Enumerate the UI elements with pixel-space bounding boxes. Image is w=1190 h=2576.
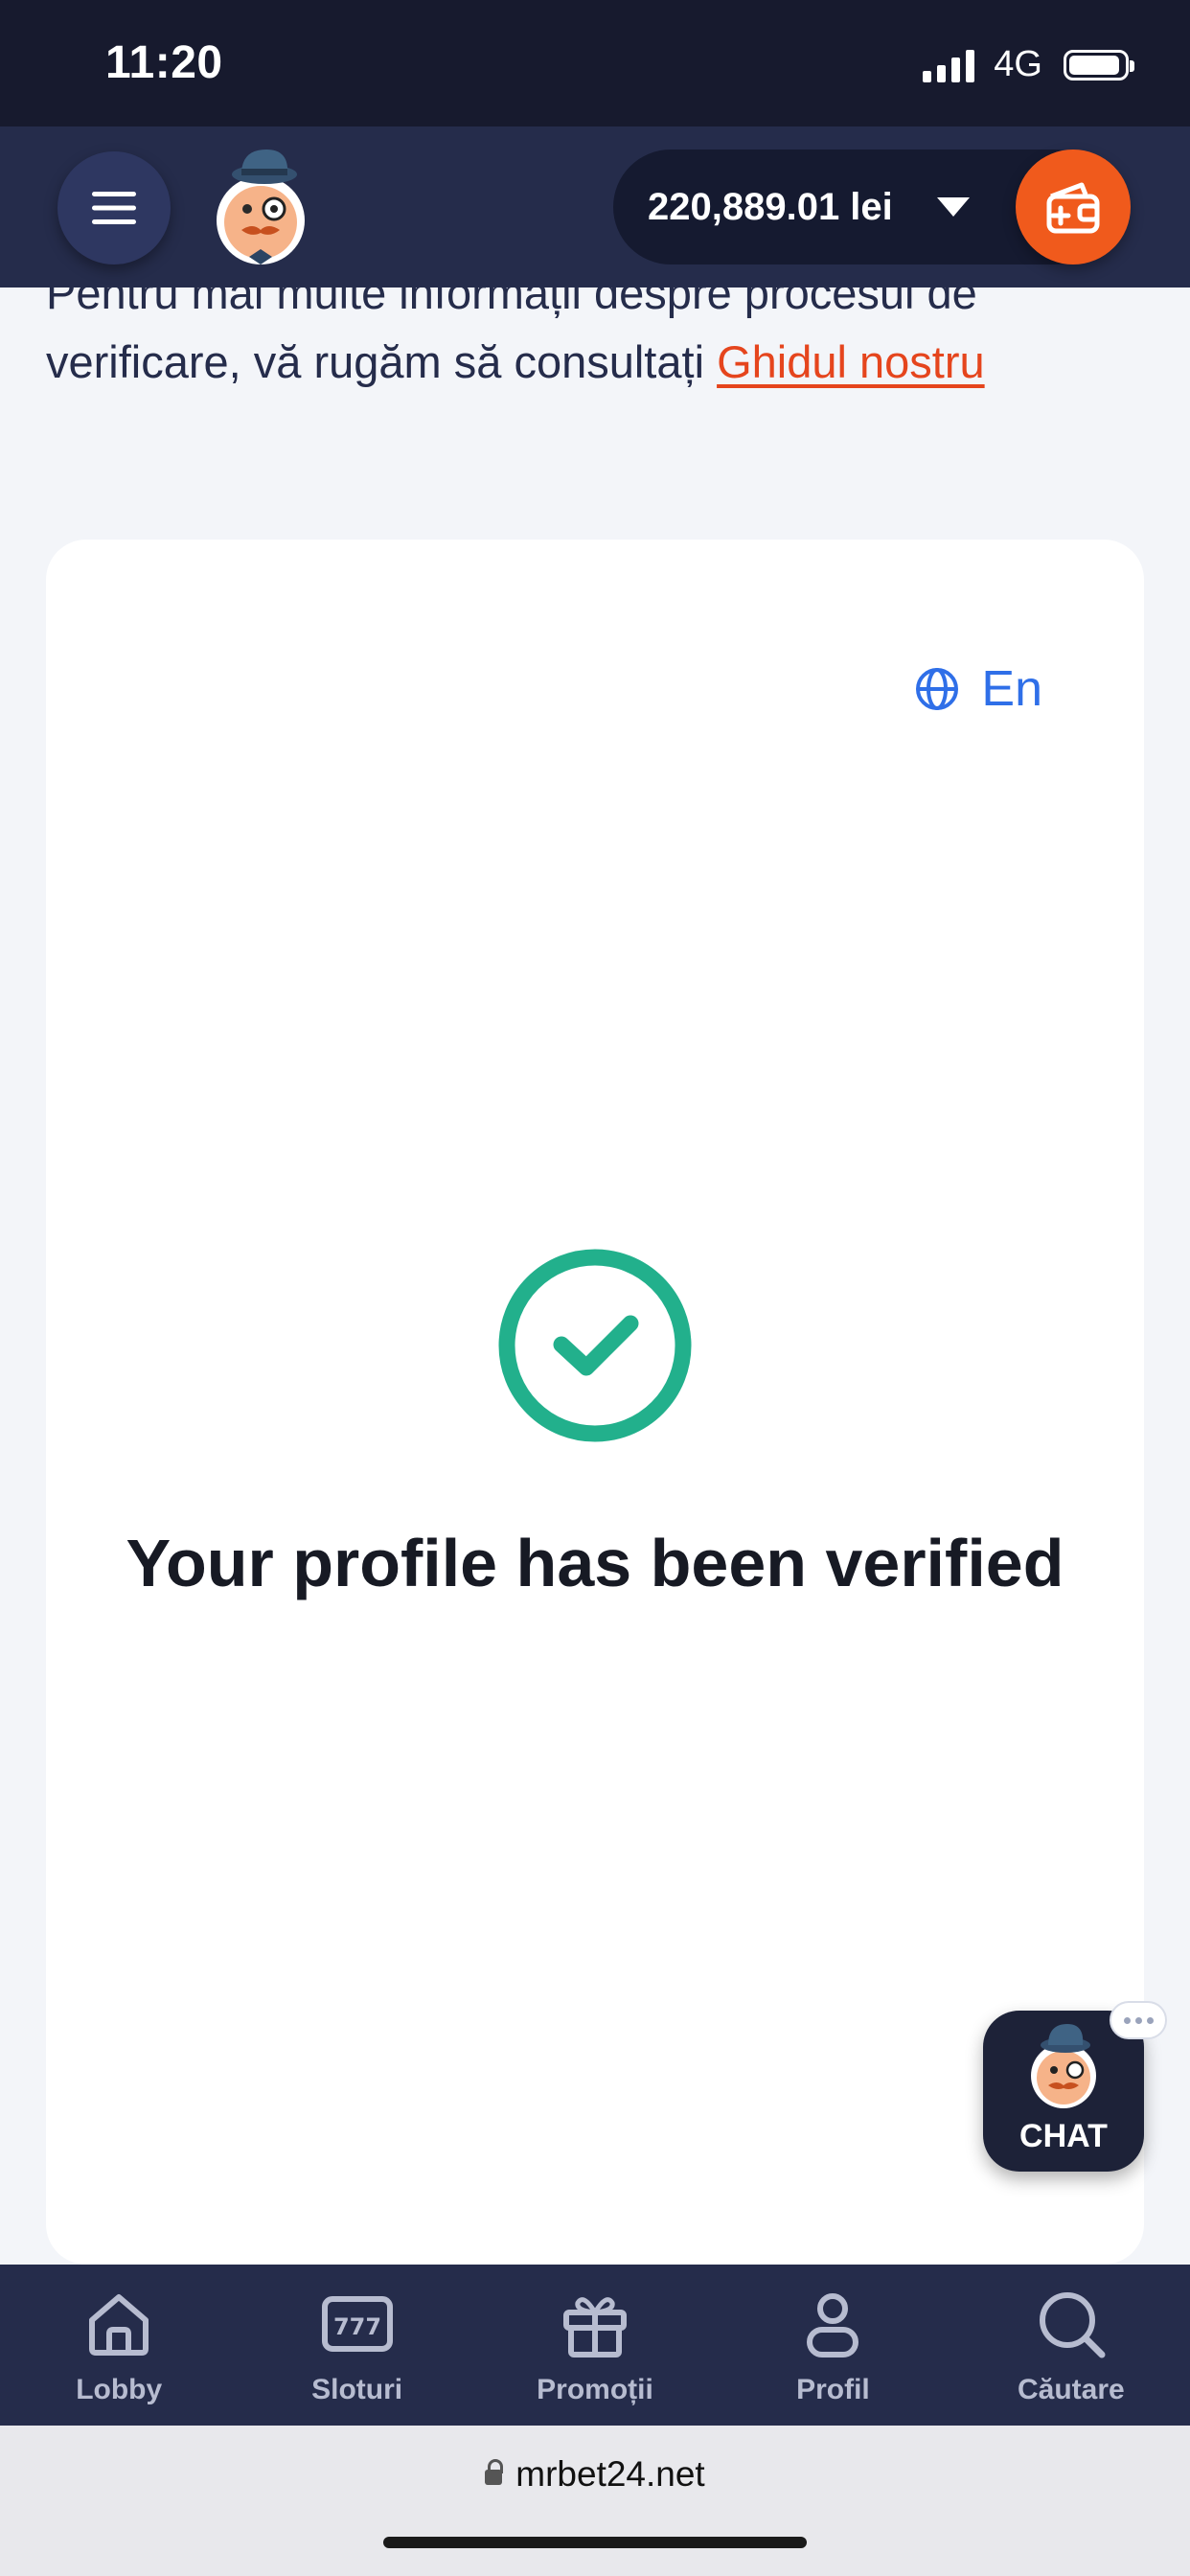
status-indicators: 4G bbox=[923, 44, 1134, 85]
bottom-nav: Lobby 777 Sloturi Promoții Profil Căutar… bbox=[0, 2265, 1190, 2426]
url-field[interactable]: mrbet24.net bbox=[0, 2454, 1190, 2495]
globe-icon bbox=[916, 668, 959, 710]
nav-item-cautare[interactable]: Căutare bbox=[952, 2265, 1190, 2426]
nav-item-sloturi[interactable]: 777 Sloturi bbox=[238, 2265, 475, 2426]
nav-label-cautare: Căutare bbox=[1017, 2374, 1125, 2405]
lock-icon bbox=[485, 2459, 504, 2488]
info-text-line2: verificare, vă rugăm să consultați bbox=[46, 336, 718, 387]
chat-button[interactable]: CHAT bbox=[983, 2001, 1167, 2172]
nav-item-lobby[interactable]: Lobby bbox=[0, 2265, 238, 2426]
home-icon bbox=[89, 2294, 149, 2356]
verification-card: En Your profile has been verified bbox=[46, 540, 1144, 2265]
home-indicator[interactable] bbox=[383, 2537, 807, 2548]
language-selector[interactable]: En bbox=[914, 660, 1042, 718]
wallet-plus-icon bbox=[1046, 182, 1100, 234]
nav-label-sloturi: Sloturi bbox=[311, 2374, 403, 2405]
url-text: mrbet24.net bbox=[515, 2454, 705, 2494]
nav-label-promotii: Promoții bbox=[537, 2374, 653, 2405]
browser-address-bar: mrbet24.net bbox=[0, 2426, 1190, 2576]
status-bar: 11:20 4G bbox=[0, 0, 1190, 126]
nav-label-lobby: Lobby bbox=[76, 2374, 163, 2405]
svg-text:777: 777 bbox=[333, 2313, 381, 2340]
nav-label-profil: Profil bbox=[796, 2374, 870, 2405]
check-circle-icon bbox=[498, 1249, 692, 1442]
user-icon bbox=[807, 2293, 859, 2358]
language-label: En bbox=[981, 661, 1042, 717]
nav-item-profil[interactable]: Profil bbox=[714, 2265, 951, 2426]
signal-icon bbox=[923, 48, 975, 82]
slots-777-icon: 777 bbox=[321, 2296, 393, 2352]
verified-title: Your profile has been verified bbox=[126, 1526, 1064, 1600]
nav-item-promotii[interactable]: Promoții bbox=[476, 2265, 714, 2426]
search-icon bbox=[1039, 2292, 1106, 2358]
battery-icon bbox=[1064, 49, 1134, 80]
typing-dots-icon bbox=[1110, 2001, 1167, 2039]
mascot-logo[interactable] bbox=[213, 146, 316, 268]
menu-button[interactable] bbox=[57, 151, 171, 264]
deposit-button[interactable] bbox=[1016, 150, 1131, 264]
status-time: 11:20 bbox=[105, 37, 223, 88]
gift-icon bbox=[563, 2297, 628, 2358]
network-type: 4G bbox=[994, 44, 1042, 84]
guide-link[interactable]: Ghidul nostru bbox=[717, 336, 985, 387]
balance-amount: 220,889.01 lei bbox=[648, 186, 893, 228]
app-header: 220,889.01 lei bbox=[0, 126, 1190, 288]
caret-down-icon bbox=[937, 197, 970, 217]
mascot-avatar-icon bbox=[1031, 2024, 1096, 2108]
chat-label: CHAT bbox=[1019, 2118, 1108, 2154]
hamburger-icon bbox=[92, 192, 136, 224]
